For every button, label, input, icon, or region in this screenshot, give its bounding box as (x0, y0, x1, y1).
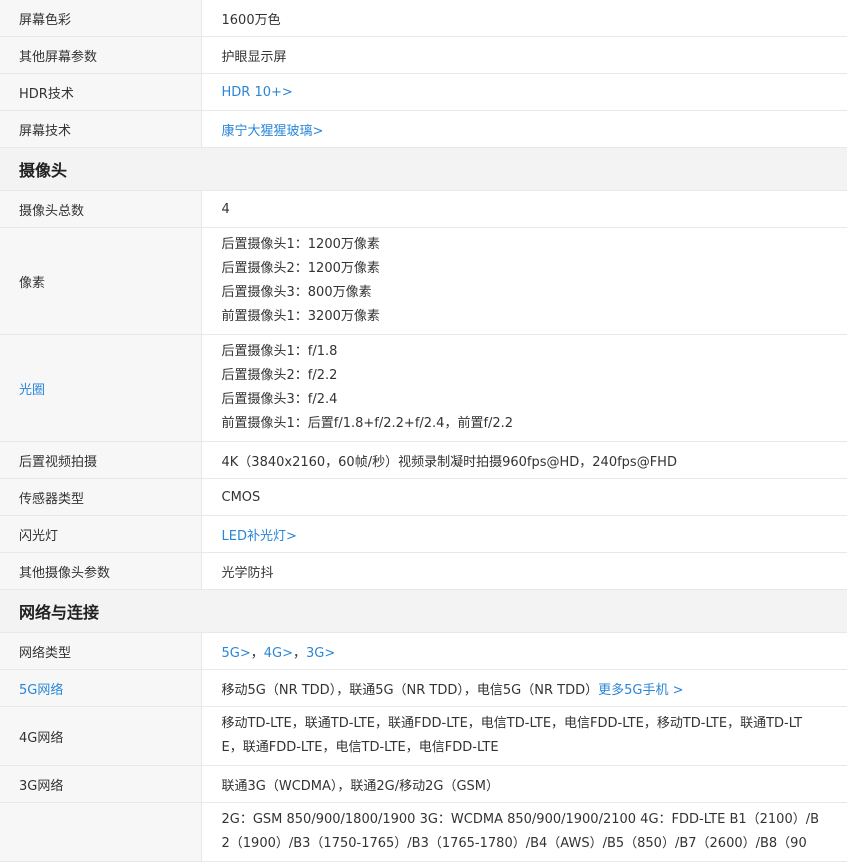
separator: ， (250, 645, 264, 661)
spec-value: CMOS (201, 478, 847, 516)
section-title: 摄像头 (0, 147, 847, 191)
separator: ， (293, 645, 307, 661)
spec-label: 屏幕色彩 (0, 0, 202, 37)
spec-row-camera-total: 摄像头总数 4 (0, 190, 847, 228)
band-line: 2G：GSM 850/900/1800/1900 3G：WCDMA 850/90… (221, 812, 820, 827)
spec-row-4g: 4G网络 移动TD-LTE，联通TD-LTE，联通FDD-LTE，电信TD-LT… (0, 706, 847, 766)
pixel-line: 前置摄像头1：3200万像素 (221, 309, 380, 324)
spec-label: 后置视频拍摄 (0, 441, 202, 479)
spec-table: 屏幕色彩 1600万色 其他屏幕参数 护眼显示屏 HDR技术 HDR 10+> … (0, 0, 847, 862)
spec-label (0, 802, 202, 862)
spec-row-video: 后置视频拍摄 4K（3840x2160，60帧/秒）视频录制凝时拍摄960fps… (0, 441, 847, 479)
spec-label: 屏幕技术 (0, 110, 202, 148)
spec-label: 3G网络 (0, 765, 202, 803)
spec-row-flash: 闪光灯 LED补光灯> (0, 515, 847, 553)
section-network: 网络与连接 (0, 589, 847, 633)
hdr-link[interactable]: HDR 10+> (222, 85, 293, 100)
4g-line: E，联通FDD-LTE，电信TD-LTE，电信FDD-LTE (221, 740, 499, 755)
spec-value: 护眼显示屏 (201, 36, 847, 74)
aperture-link[interactable]: 光圈 (19, 383, 45, 398)
spec-value: 后置摄像头1：1200万像素 后置摄像头2：1200万像素 后置摄像头3：800… (201, 227, 847, 335)
aperture-line: 后置摄像头1：f/1.8 (221, 344, 338, 359)
spec-row-pixels: 像素 后置摄像头1：1200万像素 后置摄像头2：1200万像素 后置摄像头3：… (0, 227, 847, 335)
spec-value: 光学防抖 (201, 552, 847, 590)
spec-row-screen-tech: 屏幕技术 康宁大猩猩玻璃> (0, 110, 847, 148)
pixel-line: 后置摄像头3：800万像素 (221, 285, 372, 300)
spec-value: 2G：GSM 850/900/1800/1900 3G：WCDMA 850/90… (201, 802, 847, 862)
spec-row-screen-color: 屏幕色彩 1600万色 (0, 0, 847, 37)
spec-label: 其他摄像头参数 (0, 552, 202, 590)
spec-value: 移动5G（NR TDD），联通5G（NR TDD），电信5G（NR TDD） (221, 682, 599, 698)
pixel-line: 后置摄像头1：1200万像素 (221, 237, 380, 252)
network-4g-link[interactable]: 4G> (264, 646, 293, 661)
4g-line: 移动TD-LTE，联通TD-LTE，联通FDD-LTE，电信TD-LTE，电信F… (221, 716, 803, 731)
spec-label: 传感器类型 (0, 478, 202, 516)
gorilla-glass-link[interactable]: 康宁大猩猩玻璃> (222, 124, 324, 139)
spec-value: 后置摄像头1：f/1.8 后置摄像头2：f/2.2 后置摄像头3：f/2.4 前… (201, 334, 847, 442)
network-5g-link[interactable]: 5G> (222, 646, 251, 661)
spec-value: 1600万色 (201, 0, 847, 37)
section-title: 网络与连接 (0, 589, 847, 633)
network-3g-link[interactable]: 3G> (306, 646, 335, 661)
spec-value: 4 (201, 190, 847, 228)
spec-label: HDR技术 (0, 73, 202, 111)
spec-label: 网络类型 (0, 632, 202, 670)
spec-row-5g: 5G网络 移动5G（NR TDD），联通5G（NR TDD），电信5G（NR T… (0, 669, 847, 707)
spec-label: 像素 (0, 227, 202, 335)
spec-row-screen-other: 其他屏幕参数 护眼显示屏 (0, 36, 847, 74)
spec-row-bands: 2G：GSM 850/900/1800/1900 3G：WCDMA 850/90… (0, 802, 847, 862)
spec-row-aperture: 光圈 后置摄像头1：f/1.8 后置摄像头2：f/2.2 后置摄像头3：f/2.… (0, 334, 847, 442)
spec-row-sensor: 传感器类型 CMOS (0, 478, 847, 516)
spec-row-3g: 3G网络 联通3G（WCDMA），联通2G/移动2G（GSM） (0, 765, 847, 803)
spec-row-camera-other: 其他摄像头参数 光学防抖 (0, 552, 847, 590)
aperture-line: 后置摄像头3：f/2.4 (221, 392, 338, 407)
5g-network-link[interactable]: 5G网络 (19, 683, 63, 698)
pixel-line: 后置摄像头2：1200万像素 (221, 261, 380, 276)
spec-label: 摄像头总数 (0, 190, 202, 228)
spec-value: 联通3G（WCDMA），联通2G/移动2G（GSM） (201, 765, 847, 803)
band-line: 2（1900）/B3（1750-1765）/B3（1765-1780）/B4（A… (221, 836, 807, 851)
aperture-line: 前置摄像头1：后置f/1.8+f/2.2+f/2.4，前置f/2.2 (221, 416, 514, 431)
aperture-line: 后置摄像头2：f/2.2 (221, 368, 338, 383)
spec-label: 其他屏幕参数 (0, 36, 202, 74)
spec-row-network-type: 网络类型 5G>，4G>，3G> (0, 632, 847, 670)
spec-row-hdr: HDR技术 HDR 10+> (0, 73, 847, 111)
spec-value: 移动TD-LTE，联通TD-LTE，联通FDD-LTE，电信TD-LTE，电信F… (201, 706, 847, 766)
spec-label: 4G网络 (0, 706, 202, 766)
flash-link[interactable]: LED补光灯> (222, 529, 297, 544)
spec-label: 闪光灯 (0, 515, 202, 553)
more-5g-phones-link[interactable]: 更多5G手机 > (598, 683, 683, 698)
section-camera: 摄像头 (0, 147, 847, 191)
spec-value: 4K（3840x2160，60帧/秒）视频录制凝时拍摄960fps@HD，240… (201, 441, 847, 479)
